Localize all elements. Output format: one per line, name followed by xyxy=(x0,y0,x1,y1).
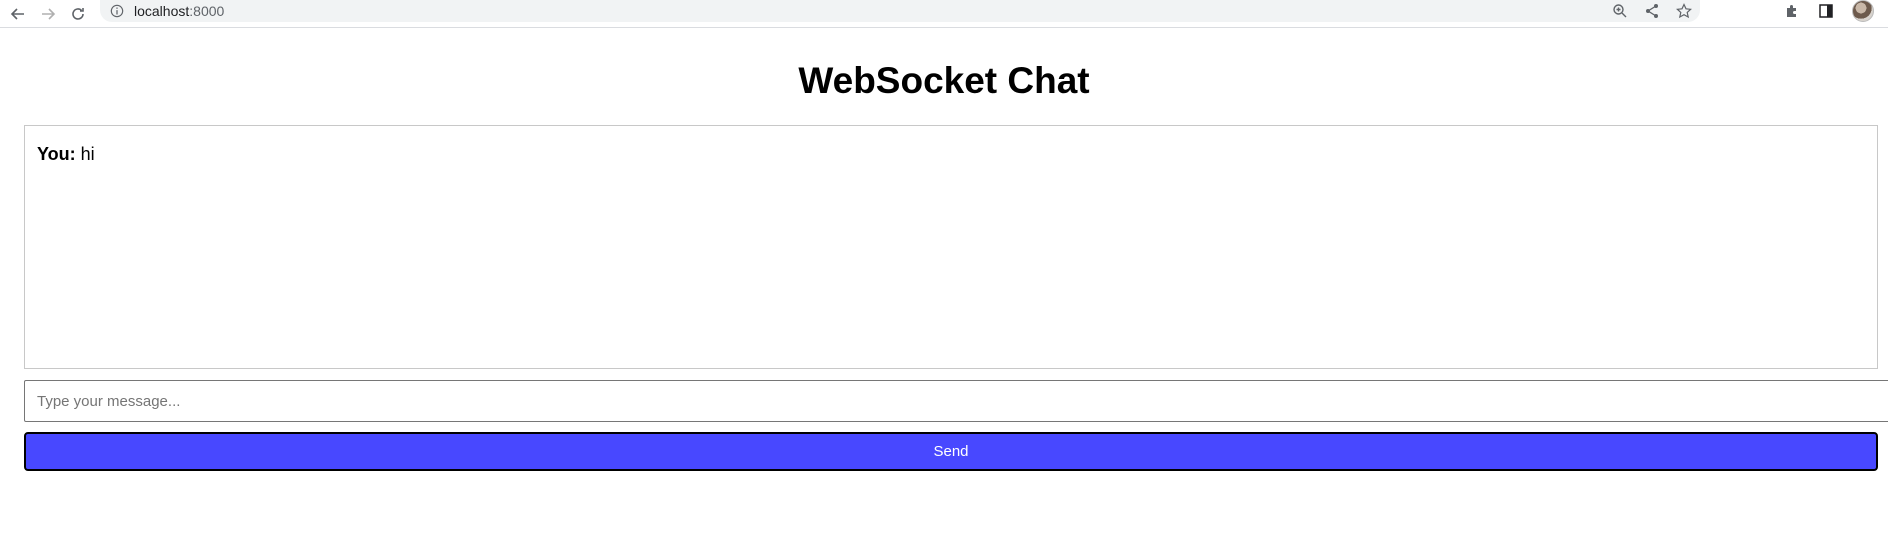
page-title: WebSocket Chat xyxy=(798,60,1090,101)
url-host: localhost xyxy=(134,3,190,19)
send-button[interactable]: Send xyxy=(24,432,1878,471)
address-bar[interactable]: localhost:8000 xyxy=(100,0,1700,22)
share-icon[interactable] xyxy=(1644,3,1660,19)
message-sender: You: xyxy=(37,144,76,164)
omnibox-actions xyxy=(1612,0,1700,22)
reload-button[interactable] xyxy=(66,2,90,26)
chat-message: You: hi xyxy=(37,144,1865,165)
chat-messages: You: hi xyxy=(24,125,1878,369)
extensions-icon[interactable] xyxy=(1784,3,1800,19)
forward-button[interactable] xyxy=(36,2,60,26)
side-panel-icon[interactable] xyxy=(1818,3,1834,19)
arrow-right-icon xyxy=(42,7,56,20)
bookmark-star-icon[interactable] xyxy=(1676,3,1692,19)
reload-icon xyxy=(72,7,84,20)
profile-avatar[interactable] xyxy=(1852,0,1874,22)
message-input[interactable] xyxy=(24,380,1888,422)
zoom-icon[interactable] xyxy=(1612,3,1628,19)
message-text: hi xyxy=(75,144,95,164)
info-icon[interactable] xyxy=(110,4,124,18)
back-button[interactable] xyxy=(6,2,30,26)
toolbar-right xyxy=(1784,0,1888,22)
browser-toolbar: localhost:8000 xyxy=(0,0,1888,28)
arrow-left-icon xyxy=(10,7,24,20)
url-port: :8000 xyxy=(189,3,225,19)
